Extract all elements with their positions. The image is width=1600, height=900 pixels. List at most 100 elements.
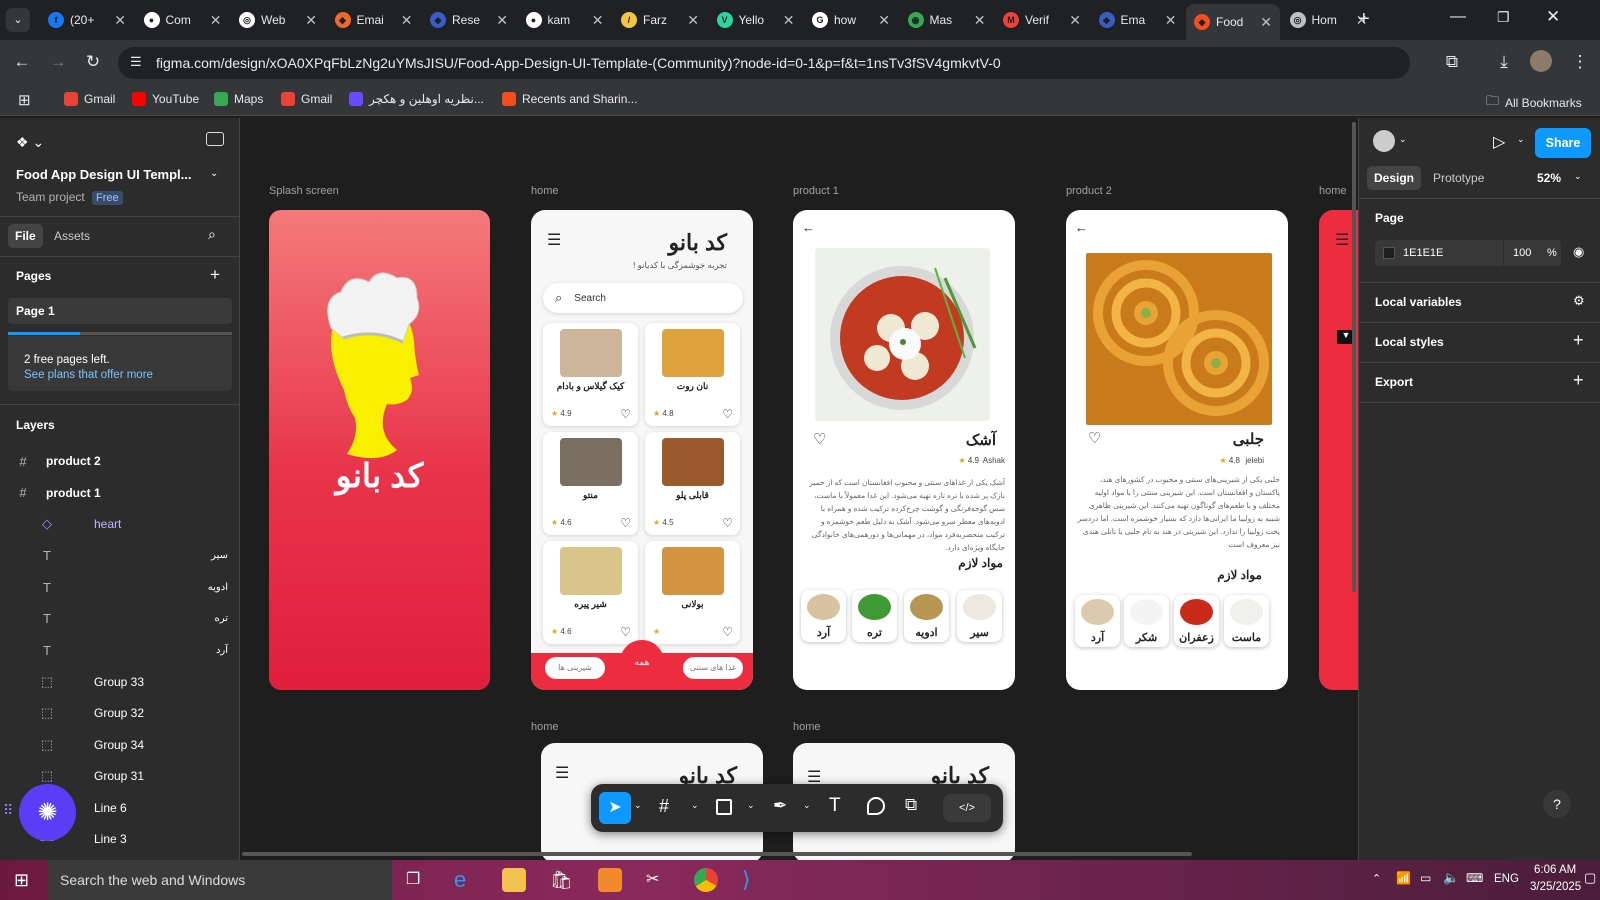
frame-splash-screen[interactable]: کد بانو — [269, 210, 490, 690]
bookmark-item[interactable]: Gmail — [281, 92, 332, 106]
tray-chevron-icon[interactable]: ⌃ — [1372, 872, 1381, 885]
browser-tab[interactable]: V Yello ✕ — [709, 6, 803, 34]
heart-icon[interactable]: ♡ — [620, 516, 631, 530]
frame-label-home-2[interactable]: home — [531, 721, 559, 733]
download-icon[interactable]: ⤓ — [1492, 50, 1516, 74]
browser-tab[interactable]: f (20+ ✕ — [40, 6, 134, 34]
frame-product-1[interactable]: ← ♡ آشک ★ 4.9 Ashak آشک یکی از غذاهای سن… — [793, 210, 1015, 690]
frame-tool-chevron[interactable]: ⌄ — [691, 800, 699, 811]
add-style-icon[interactable]: + — [1573, 330, 1584, 351]
ingredient-card[interactable]: زعفران — [1174, 595, 1219, 647]
heart-icon[interactable]: ♡ — [722, 407, 733, 421]
figma-canvas[interactable]: Splash screen کد بانو home ☰ کد بانو تجر… — [240, 118, 1360, 860]
zoom-chevron[interactable]: ⌄ — [1574, 171, 1582, 182]
frame-tool-button[interactable]: # — [659, 796, 669, 817]
address-bar[interactable]: ☰ figma.com/design/xOA0XPqFbLzNg2uYMsJIS… — [118, 47, 1410, 79]
browser-tab[interactable]: / Farz ✕ — [613, 6, 707, 34]
close-tab-icon[interactable]: ✕ — [1069, 12, 1081, 29]
close-window-button[interactable]: ✕ — [1546, 7, 1560, 27]
bg-hex-value[interactable]: 1E1E1E — [1403, 247, 1443, 259]
vertical-scrollbar[interactable] — [1352, 122, 1356, 592]
bookmark-item[interactable]: Recents and Sharin... — [502, 92, 637, 106]
user-avatar[interactable] — [1373, 130, 1395, 152]
add-page-icon[interactable]: + — [210, 265, 220, 285]
tab-search-button[interactable]: ⌄ — [6, 8, 30, 32]
layer-row[interactable]: T تره — [0, 603, 239, 635]
category-tab-all[interactable]: همه — [620, 640, 664, 684]
ingredient-card[interactable]: آرد — [1075, 595, 1120, 647]
avatar-chevron[interactable]: ⌄ — [1399, 134, 1407, 145]
food-card[interactable]: نان روت ★ 4.8 ♡ — [645, 323, 740, 426]
snipping-tool-icon[interactable]: ✂ — [646, 868, 670, 892]
shape-tool-button[interactable] — [716, 799, 732, 815]
horizontal-scrollbar[interactable] — [242, 852, 1192, 856]
app-orange-icon[interactable] — [598, 868, 622, 892]
food-card[interactable]: شیر پیره ★ 4.6 ♡ — [543, 541, 638, 644]
close-tab-icon[interactable]: ✕ — [974, 12, 986, 29]
minimize-button[interactable]: — — [1450, 8, 1466, 26]
food-card[interactable]: قابلی پلو ★ 4.5 ♡ — [645, 432, 740, 535]
extensions-icon[interactable]: ⧉ — [1440, 50, 1464, 74]
close-tab-icon[interactable]: ✕ — [401, 12, 413, 29]
frame-home[interactable]: ☰ کد بانو تجربه خوشمزگی با کدبانو ! ⌕ Se… — [531, 210, 753, 690]
browser-tab[interactable]: ● Com ✕ — [136, 6, 230, 34]
reload-button[interactable]: ↻ — [81, 50, 105, 74]
taskbar-search-box[interactable]: Search the web and Windows — [48, 860, 392, 900]
drag-handle-icon[interactable]: ⠿ — [3, 802, 13, 819]
present-play-icon[interactable]: ▷ — [1493, 132, 1505, 152]
food-card[interactable]: بولانی ★ ♡ — [645, 541, 740, 644]
move-tool-chevron[interactable]: ⌄ — [634, 800, 642, 811]
browser-menu-icon[interactable]: ⋮ — [1568, 50, 1592, 74]
toggle-sidebar-icon[interactable] — [206, 132, 224, 146]
volume-icon[interactable]: 🔈 — [1443, 870, 1459, 886]
forward-button[interactable]: → — [46, 50, 70, 74]
back-arrow-icon[interactable]: ← — [802, 220, 815, 235]
share-button[interactable]: Share — [1535, 128, 1591, 158]
heart-icon[interactable]: ♡ — [722, 516, 733, 530]
frame-label-home-cut[interactable]: home — [1319, 185, 1347, 197]
close-tab-icon[interactable]: ✕ — [687, 12, 699, 29]
clock-time[interactable]: 6:06 AM — [1534, 864, 1576, 876]
layer-row[interactable]: # product 2 — [0, 445, 239, 477]
browser-tab[interactable]: ● kam ✕ — [518, 6, 612, 34]
bg-opacity-value[interactable]: 100 — [1513, 247, 1531, 259]
page-background-field[interactable]: 1E1E1E 100 % — [1375, 240, 1561, 266]
favorite-heart-icon[interactable]: ♡ — [813, 430, 826, 448]
file-menu-chevron[interactable]: ⌄ — [210, 168, 218, 179]
store-icon[interactable]: 🛍 — [550, 868, 574, 892]
vscode-icon[interactable]: ⟩ — [742, 868, 766, 892]
close-tab-icon[interactable]: ✕ — [1165, 12, 1177, 29]
back-arrow-icon[interactable]: ← — [1075, 220, 1088, 235]
home-search-input[interactable]: ⌕ Search — [543, 283, 743, 313]
clock-date[interactable]: 3/25/2025 — [1530, 881, 1581, 893]
local-styles[interactable]: Local styles — [1375, 335, 1444, 349]
assistant-fab[interactable]: ✺ — [19, 784, 76, 841]
close-tab-icon[interactable]: ✕ — [305, 12, 317, 29]
restore-button[interactable]: ❐ — [1497, 9, 1510, 26]
close-tab-icon[interactable]: ✕ — [878, 12, 890, 29]
present-chevron[interactable]: ⌄ — [1517, 134, 1525, 145]
layer-row[interactable]: ⬚ Group 33 — [0, 666, 239, 698]
add-export-icon[interactable]: + — [1573, 370, 1584, 391]
network-icon[interactable]: 📶 — [1396, 871, 1411, 885]
battery-icon[interactable]: ▭ — [1420, 871, 1431, 885]
help-button[interactable]: ? — [1543, 790, 1571, 818]
bookmark-item[interactable]: Gmail — [64, 92, 115, 106]
bookmark-item[interactable]: نظریه اوهلین و هکچر... — [349, 92, 484, 106]
search-icon[interactable]: ⌕ — [208, 226, 216, 243]
figma-main-menu[interactable]: ❖ ⌄ — [16, 134, 44, 151]
heart-icon[interactable]: ♡ — [722, 625, 733, 639]
ingredient-card[interactable]: ادویه — [904, 590, 949, 642]
resources-tool-button[interactable]: ⧉ — [905, 795, 917, 815]
keyboard-icon[interactable]: ⌨ — [1466, 871, 1483, 885]
see-plans-link[interactable]: See plans that offer more — [24, 369, 153, 381]
close-tab-icon[interactable]: ✕ — [210, 12, 222, 29]
browser-tab[interactable]: ◎ Web ✕ — [231, 6, 325, 34]
browser-tab[interactable]: ◉ Mas ✕ — [900, 6, 994, 34]
pen-tool-button[interactable]: ✒ — [773, 796, 787, 816]
close-tab-icon[interactable]: ✕ — [783, 12, 795, 29]
site-info-icon[interactable]: ☰ — [130, 54, 142, 70]
windows-start-icon[interactable]: ⊞ — [14, 870, 29, 891]
ingredient-card[interactable]: ماست — [1224, 595, 1269, 647]
frame-product-2[interactable]: ← ♡ جلبی ★ 4.8 jelebi جلبی یکی از شیرینی… — [1066, 210, 1288, 690]
